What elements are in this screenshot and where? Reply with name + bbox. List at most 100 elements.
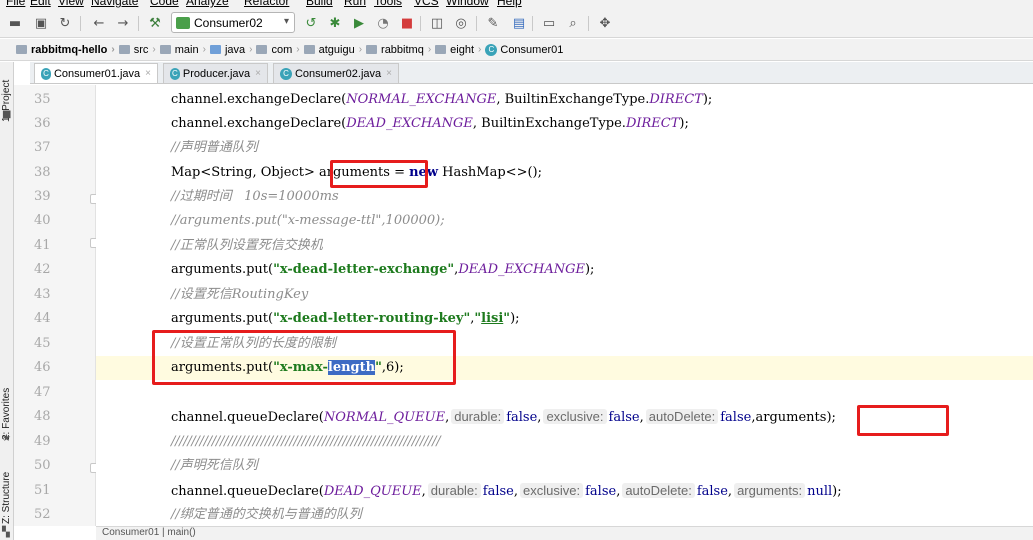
line-number: 48 xyxy=(34,409,51,424)
forward-icon[interactable]: → xyxy=(114,14,132,32)
menu-file[interactable]: File xyxy=(6,0,25,8)
annotation-box xyxy=(857,405,949,436)
open-folder-icon[interactable]: ▬ xyxy=(6,14,24,32)
code-line: arguments.put("x-dead-letter-routing-key… xyxy=(171,311,520,326)
line-number: 35 xyxy=(34,92,51,107)
line-number: 52 xyxy=(34,507,51,522)
code-editor[interactable]: channel.exchangeDeclare(NORMAL_EXCHANGE,… xyxy=(96,85,1033,526)
annotation-box xyxy=(330,160,428,188)
tab-consumer02[interactable]: C Consumer02.java × xyxy=(273,63,399,83)
menu-refactor[interactable]: Refactor xyxy=(244,0,289,8)
toolbar-divider xyxy=(138,16,139,31)
param-hint: durable: xyxy=(427,483,481,498)
class-icon: C xyxy=(280,67,292,80)
breadcrumb-item[interactable]: eight › xyxy=(435,44,481,56)
settings-wrench-icon[interactable]: ✎ xyxy=(484,14,502,32)
close-icon[interactable]: × xyxy=(386,68,392,79)
param-hint: autoDelete: xyxy=(645,409,719,424)
run-configuration-select[interactable]: Consumer02 ▾ xyxy=(171,12,295,33)
vcs-update-icon[interactable]: ◫ xyxy=(428,14,446,32)
menu-help[interactable]: Help xyxy=(497,0,522,8)
folder-icon xyxy=(16,45,27,54)
menu-run[interactable]: Run xyxy=(344,0,366,8)
line-number: 40 xyxy=(34,213,51,228)
code-comment: //绑定普通的交换机与普通的队列 xyxy=(171,507,362,522)
search-icon[interactable]: ⌕ xyxy=(564,14,582,32)
menu-window[interactable]: Window xyxy=(446,0,489,8)
tab-consumer01[interactable]: C Consumer01.java × xyxy=(34,63,158,83)
save-all-icon[interactable]: ▣ xyxy=(32,14,50,32)
breadcrumb-item[interactable]: com › xyxy=(256,44,300,56)
code-comment: ////////////////////////////////////////… xyxy=(171,434,441,449)
back-icon[interactable]: ← xyxy=(90,14,108,32)
terminal-icon[interactable]: ▭ xyxy=(540,14,558,32)
menu-analyze[interactable]: Analyze xyxy=(186,0,229,8)
code-line: channel.exchangeDeclare(NORMAL_EXCHANGE,… xyxy=(171,92,713,107)
stop-icon[interactable]: ■ xyxy=(398,14,416,32)
chevron-right-icon: › xyxy=(478,44,482,55)
editor-tabs: C Consumer01.java × C Producer.java × C … xyxy=(30,62,1033,84)
menu-view[interactable]: View xyxy=(58,0,84,8)
sync-icon[interactable]: ↻ xyxy=(56,14,74,32)
structure-icon: ▚ xyxy=(2,527,10,538)
breadcrumb: rabbitmq-hello › src › main › java › com › at… xyxy=(0,39,1033,61)
line-number: 43 xyxy=(34,287,51,302)
menu-build[interactable]: Build xyxy=(306,0,333,8)
toolbar-divider xyxy=(588,16,589,31)
breadcrumb-item[interactable]: java › xyxy=(209,44,252,56)
chevron-right-icon: › xyxy=(111,44,115,55)
code-line: channel.exchangeDeclare(DEAD_EXCHANGE, B… xyxy=(171,116,689,131)
tab-producer[interactable]: C Producer.java × xyxy=(163,63,268,83)
menu-code[interactable]: Code xyxy=(150,0,179,8)
breadcrumb-item[interactable]: rabbitmq-hello › xyxy=(16,44,115,56)
structure-tool-button[interactable]: Z: Structure xyxy=(1,462,13,524)
folder-icon xyxy=(118,45,130,54)
folder-icon xyxy=(159,45,171,54)
line-number: 46 xyxy=(34,360,51,375)
project-structure-icon[interactable]: ▤ xyxy=(510,14,528,32)
run-coverage-icon[interactable]: ▶ xyxy=(350,14,368,32)
vcs-commit-icon[interactable]: ◎ xyxy=(452,14,470,32)
chevron-right-icon: › xyxy=(358,44,363,55)
menu-tools[interactable]: Tools xyxy=(374,0,402,8)
line-number: 39 xyxy=(34,189,51,204)
status-bar: Consumer01 | main() xyxy=(96,526,1033,540)
toolbar: ▬ ▣ ↻ ← → ⚒ Consumer02 ▾ ↺ ✱ ▶ ◔ ■ ◫ ◎ ✎… xyxy=(0,8,1033,38)
breadcrumb-item[interactable]: C Consumer01 xyxy=(485,43,563,56)
breadcrumb-item[interactable]: main › xyxy=(159,44,206,56)
toolbar-divider xyxy=(80,16,81,31)
build-hammer-icon[interactable]: ⚒ xyxy=(146,14,164,32)
annotation-box xyxy=(152,330,456,385)
breadcrumb-item[interactable]: atguigu › xyxy=(303,44,363,56)
param-hint: exclusive: xyxy=(520,483,584,498)
plugin-icon[interactable]: ✥ xyxy=(596,14,614,32)
breadcrumb-item[interactable]: src › xyxy=(118,44,156,56)
line-number: 38 xyxy=(34,165,51,180)
menu-navigate[interactable]: Navigate xyxy=(91,0,138,8)
menu-edit[interactable]: Edit xyxy=(30,0,51,8)
rerun-icon[interactable]: ↺ xyxy=(302,14,320,32)
chevron-right-icon: › xyxy=(202,44,206,55)
line-number-gutter[interactable]: 35 36 37 38 39 40 41 42 43 44 45 46 47 4… xyxy=(14,85,99,526)
left-tool-strip: 1: Project ■ 2: Favorites ★ Z: Structure… xyxy=(0,62,14,540)
folder-icon: ■ xyxy=(2,109,12,120)
package-icon xyxy=(366,45,378,54)
debug-bug-icon[interactable]: ✱ xyxy=(326,14,344,32)
line-number: 49 xyxy=(34,434,51,449)
breadcrumb-item[interactable]: rabbitmq › xyxy=(366,44,431,56)
close-icon[interactable]: × xyxy=(145,68,151,79)
chevron-right-icon: › xyxy=(296,44,300,55)
line-number: 41 xyxy=(34,238,51,253)
favorites-tool-button[interactable]: 2: Favorites xyxy=(1,380,13,440)
close-icon[interactable]: × xyxy=(255,68,261,79)
code-line: channel.queueDeclare(NORMAL_QUEUE, durabl… xyxy=(171,409,836,425)
menu-vcs[interactable]: VCS xyxy=(414,0,439,8)
package-icon xyxy=(303,45,315,54)
toolbar-divider xyxy=(476,16,477,31)
line-number: 36 xyxy=(34,116,51,131)
profile-icon[interactable]: ◔ xyxy=(374,14,392,32)
code-line: arguments.put("x-dead-letter-exchange",D… xyxy=(171,262,595,277)
code-line: channel.queueDeclare(DEAD_QUEUE, durable:… xyxy=(171,483,842,499)
class-icon: C xyxy=(41,67,51,80)
toolbar-divider xyxy=(420,16,421,31)
